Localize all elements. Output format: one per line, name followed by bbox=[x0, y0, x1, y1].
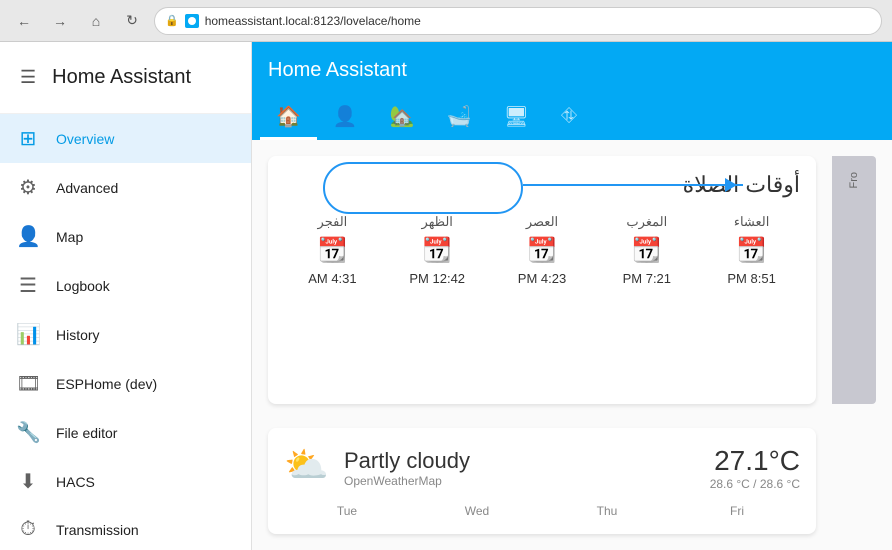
day-thu: Thu bbox=[544, 504, 670, 518]
sidebar-item-esphome[interactable]: 🎞 ESPHome (dev) bbox=[0, 359, 251, 408]
right-side-panel: Fro bbox=[832, 156, 876, 404]
prayer-fajr-icon: 📆 bbox=[317, 236, 347, 265]
prayer-dhuhr: الظهر 📆 12:42 PM bbox=[389, 214, 486, 286]
address-bar[interactable]: 🔒 homeassistant.local:8123/lovelace/home bbox=[154, 7, 882, 35]
file-editor-label: File editor bbox=[56, 425, 117, 441]
back-button[interactable]: ← bbox=[10, 7, 38, 35]
top-bar-title: Home Assistant bbox=[268, 59, 876, 82]
weather-temp-container: 27.1°C 28.6 °C / 28.6 °C bbox=[710, 445, 800, 491]
transmission-icon: ⏱ bbox=[16, 518, 40, 541]
esphome-label: ESPHome (dev) bbox=[56, 376, 157, 392]
weather-spacer bbox=[832, 420, 876, 534]
browser-chrome: ← → ⌂ ↻ 🔒 homeassistant.local:8123/lovel… bbox=[0, 0, 892, 42]
prayer-asr-icon: 📆 bbox=[527, 236, 557, 265]
weather-description: Partly cloudy bbox=[344, 448, 698, 474]
home-button[interactable]: ⌂ bbox=[82, 7, 110, 35]
main-content: Home Assistant 🏠 👤 🏡 🛁 🖥 ⛗ أوقات الصلاة … bbox=[252, 42, 892, 550]
gear-icon: ⚙ bbox=[16, 175, 40, 200]
tab-house[interactable]: 🏡 bbox=[374, 98, 431, 140]
prayer-fajr: الفجر 📆 4:31 AM bbox=[284, 214, 381, 286]
sidebar-item-advanced[interactable]: ⚙ Advanced bbox=[0, 163, 251, 212]
prayer-isha-icon: 📆 bbox=[737, 236, 767, 265]
transmission-label: Transmission bbox=[56, 522, 139, 538]
weather-info: Partly cloudy OpenWeatherMap bbox=[344, 448, 698, 488]
sidebar-item-file-editor[interactable]: 🔧 File editor bbox=[0, 408, 251, 457]
overview-label: Overview bbox=[56, 131, 114, 147]
prayer-card-title: أوقات الصلاة bbox=[284, 172, 800, 198]
right-panel-text: Fro bbox=[848, 172, 860, 189]
weather-card: ⛅ Partly cloudy OpenWeatherMap 27.1°C 28… bbox=[268, 428, 816, 534]
content-area: أوقات الصلاة العشاء 📆 8:51 PM المغرب 📆 7… bbox=[252, 140, 892, 420]
sidebar-item-hacs[interactable]: ⬇ HACS bbox=[0, 457, 251, 506]
hacs-icon: ⬇ bbox=[16, 469, 40, 494]
sidebar-header: ☰ Home Assistant bbox=[0, 42, 251, 114]
tab-person[interactable]: 👤 bbox=[317, 98, 374, 140]
weather-icon: ⛅ bbox=[284, 444, 332, 492]
prayer-fajr-name: الفجر bbox=[318, 214, 348, 230]
top-bar: Home Assistant bbox=[252, 42, 892, 98]
prayer-card: أوقات الصلاة العشاء 📆 8:51 PM المغرب 📆 7… bbox=[268, 156, 816, 404]
sidebar-title: Home Assistant bbox=[52, 66, 191, 89]
esphome-icon: 🎞 bbox=[16, 371, 40, 396]
forward-button[interactable]: → bbox=[46, 7, 74, 35]
prayer-dhuhr-name: الظهر bbox=[422, 214, 453, 230]
prayer-asr: العصر 📆 4:23 PM bbox=[494, 214, 591, 286]
prayer-maghrib: المغرب 📆 7:21 PM bbox=[598, 214, 695, 286]
map-icon: 👤 bbox=[16, 224, 40, 249]
prayer-isha-time: 8:51 PM bbox=[727, 271, 775, 286]
prayer-isha-name: العشاء bbox=[734, 214, 770, 230]
sidebar-item-overview[interactable]: ⊞ Overview bbox=[0, 114, 251, 163]
weather-range: 28.6 °C / 28.6 °C bbox=[710, 477, 800, 491]
prayer-maghrib-icon: 📆 bbox=[632, 236, 662, 265]
day-tue: Tue bbox=[284, 504, 410, 518]
prayer-times-grid: العشاء 📆 8:51 PM المغرب 📆 7:21 PM العصر … bbox=[284, 214, 800, 286]
tab-bar: 🏠 👤 🏡 🛁 🖥 ⛗ bbox=[252, 98, 892, 140]
sidebar-item-transmission[interactable]: ⏱ Transmission bbox=[0, 506, 251, 550]
tab-bath[interactable]: 🛁 bbox=[431, 98, 488, 140]
weather-source: OpenWeatherMap bbox=[344, 474, 698, 488]
advanced-label: Advanced bbox=[56, 180, 118, 196]
weather-temperature: 27.1°C bbox=[710, 445, 800, 477]
sidebar: ☰ Home Assistant ⊞ Overview ⚙ Advanced 👤… bbox=[0, 42, 252, 550]
prayer-maghrib-name: المغرب bbox=[626, 214, 667, 230]
history-icon: 📊 bbox=[16, 322, 40, 347]
file-editor-icon: 🔧 bbox=[16, 420, 40, 445]
sidebar-item-logbook[interactable]: ☰ Logbook bbox=[0, 261, 251, 310]
day-fri: Fri bbox=[674, 504, 800, 518]
prayer-dhuhr-icon: 📆 bbox=[422, 236, 452, 265]
logbook-label: Logbook bbox=[56, 278, 110, 294]
prayer-maghrib-time: 7:21 PM bbox=[623, 271, 671, 286]
prayer-isha: العشاء 📆 8:51 PM bbox=[703, 214, 800, 286]
tab-home[interactable]: 🏠 bbox=[260, 98, 317, 140]
url-text: homeassistant.local:8123/lovelace/home bbox=[205, 14, 421, 28]
weather-row: ⛅ Partly cloudy OpenWeatherMap 27.1°C 28… bbox=[252, 420, 892, 550]
prayer-asr-time: 4:23 PM bbox=[518, 271, 566, 286]
logbook-icon: ☰ bbox=[16, 273, 40, 298]
weather-days: Tue Wed Thu Fri bbox=[284, 504, 800, 518]
sidebar-item-map[interactable]: 👤 Map bbox=[0, 212, 251, 261]
hacs-label: HACS bbox=[56, 474, 95, 490]
history-label: History bbox=[56, 327, 100, 343]
favicon bbox=[185, 14, 199, 28]
day-wed: Wed bbox=[414, 504, 540, 518]
tab-monitor[interactable]: 🖥 bbox=[488, 98, 545, 140]
refresh-button[interactable]: ↻ bbox=[118, 7, 146, 35]
weather-header: ⛅ Partly cloudy OpenWeatherMap 27.1°C 28… bbox=[284, 444, 800, 492]
prayer-dhuhr-time: 12:42 PM bbox=[409, 271, 465, 286]
sidebar-nav: ⊞ Overview ⚙ Advanced 👤 Map ☰ Logbook 📊 … bbox=[0, 114, 251, 550]
sidebar-item-history[interactable]: 📊 History bbox=[0, 310, 251, 359]
prayer-fajr-time: 4:31 AM bbox=[308, 271, 356, 286]
hamburger-icon: ☰ bbox=[20, 67, 36, 87]
tab-network[interactable]: ⛗ bbox=[545, 98, 593, 140]
grid-icon: ⊞ bbox=[16, 126, 40, 151]
map-label: Map bbox=[56, 229, 83, 245]
menu-button[interactable]: ☰ bbox=[16, 63, 40, 92]
app-container: ☰ Home Assistant ⊞ Overview ⚙ Advanced 👤… bbox=[0, 42, 892, 550]
lock-icon: 🔒 bbox=[165, 14, 179, 27]
prayer-asr-name: العصر bbox=[526, 214, 558, 230]
